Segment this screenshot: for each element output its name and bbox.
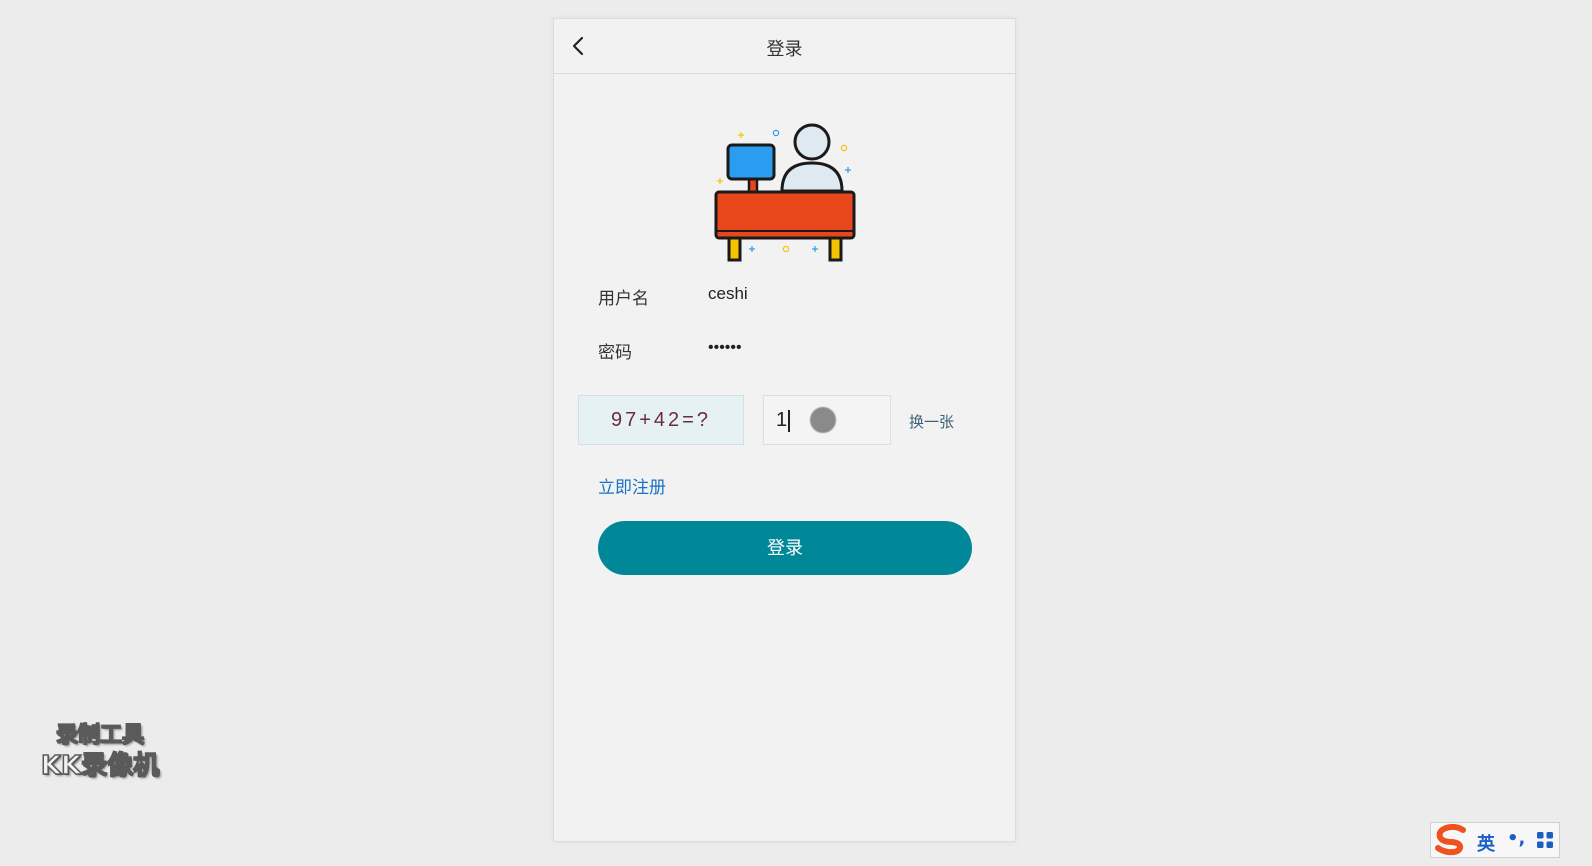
top-navbar: 登录 <box>554 19 1015 74</box>
ime-toolbox-icon[interactable] <box>1537 832 1553 848</box>
password-label: 密码 <box>598 343 632 363</box>
username-label: 用户名 <box>598 289 649 309</box>
login-button[interactable]: 登录 <box>598 521 972 575</box>
text-caret <box>788 410 790 432</box>
watermark-line2: KK录像机 <box>40 750 160 782</box>
password-input[interactable] <box>706 332 970 364</box>
captcha-answer-field[interactable] <box>763 395 891 445</box>
sogou-logo-icon[interactable] <box>1433 823 1471 857</box>
recorder-watermark: 录制工具 KK录像机 <box>30 722 170 788</box>
refresh-captcha-link[interactable]: 换一张 <box>909 411 954 432</box>
page-title: 登录 <box>766 39 803 60</box>
password-row: 密码 <box>598 332 978 364</box>
captcha-image: 97+42=? <box>578 395 744 445</box>
ime-punctuation-mode[interactable]: •, <box>1507 828 1525 849</box>
username-row: 用户名 <box>598 278 978 310</box>
user-at-desk-illustration <box>714 123 856 262</box>
ime-language-mode[interactable]: 英 <box>1477 830 1495 856</box>
ime-status-bar[interactable]: 英 •, <box>1430 822 1560 858</box>
touch-cursor-icon <box>810 407 836 433</box>
register-link[interactable]: 立即注册 <box>598 473 666 498</box>
watermark-line1: 录制工具 <box>55 722 145 749</box>
login-page: 登录 用户名 密码 97+42=? <box>553 18 1016 842</box>
username-input[interactable] <box>706 278 970 310</box>
